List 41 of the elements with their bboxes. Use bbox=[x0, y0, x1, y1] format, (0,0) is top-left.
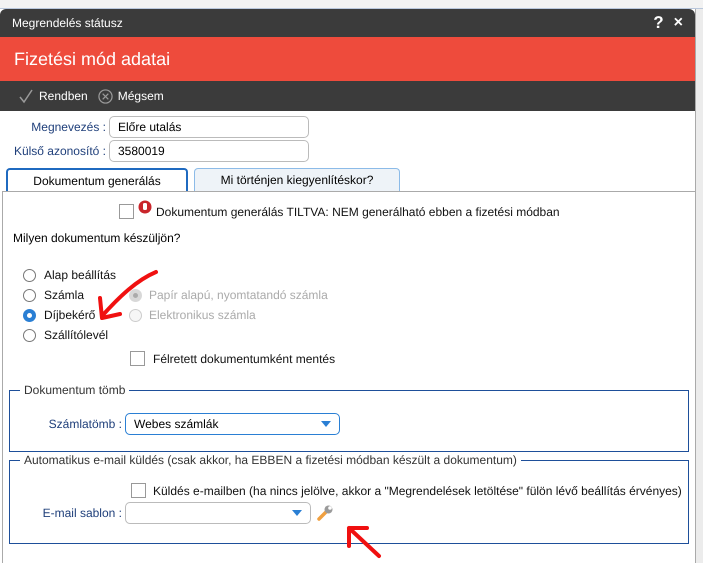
radio-button[interactable] bbox=[23, 308, 36, 322]
dialog-heading: Fizetési mód adatai bbox=[14, 48, 170, 70]
text-field[interactable]: Előre utalás bbox=[109, 116, 309, 138]
check-icon bbox=[18, 88, 34, 104]
cancel-icon bbox=[98, 88, 113, 104]
dropdown-arrow-icon bbox=[321, 421, 331, 427]
fieldset-legend: Dokumentum tömb bbox=[20, 383, 130, 397]
question-text: Milyen dokumentum készüljön? bbox=[12, 230, 182, 245]
checkbox-label: Félretett dokumentumként mentés bbox=[153, 352, 336, 366]
stop-icon bbox=[138, 200, 152, 214]
radio-label: Elektronikus számla bbox=[149, 308, 256, 322]
field-label: Számlatömb : bbox=[48, 417, 123, 431]
field-label: Külső azonosító : bbox=[12, 144, 107, 158]
help-button[interactable]: ? bbox=[651, 13, 666, 33]
radio-button[interactable] bbox=[23, 328, 36, 342]
radio-label: Alap beállítás bbox=[44, 268, 116, 282]
radio-label: Papír alapú, nyomtatandó számla bbox=[149, 288, 328, 302]
checkbox-label: Dokumentum generálás TILTVA: NEM generálható ebben a fizetési módban bbox=[156, 204, 560, 218]
checkbox-label: Küldés e-mailben (ha nincs jelölve, akkor a "Megrendelések letöltése" fülön lévő beállítás érvényes) bbox=[153, 484, 682, 498]
ok-button[interactable]: Rendben bbox=[18, 88, 88, 104]
wrench-icon[interactable] bbox=[316, 504, 334, 522]
dropdown-arrow-icon bbox=[292, 510, 302, 516]
checkbox[interactable] bbox=[131, 483, 146, 498]
radio-button[interactable] bbox=[23, 288, 36, 302]
radio-label: Díjbekérő bbox=[44, 308, 96, 322]
checkbox[interactable] bbox=[130, 351, 145, 366]
fieldset-legend: Automatikus e-mail küldés (csak akkor, ha EBBEN a fizetési módban készült a dokumentum) bbox=[20, 453, 521, 467]
close-button[interactable]: × bbox=[672, 14, 685, 32]
checkbox[interactable] bbox=[119, 204, 134, 219]
field-label: E-mail sablon : bbox=[42, 506, 123, 520]
field-label: Megnevezés : bbox=[30, 120, 107, 134]
radio-button[interactable] bbox=[23, 268, 36, 282]
text-field[interactable]: 3580019 bbox=[109, 140, 309, 162]
radio-label: Számla bbox=[44, 288, 84, 302]
dropdown[interactable]: Webes számlák bbox=[125, 413, 340, 435]
radio-label: Szállítólevél bbox=[44, 328, 108, 342]
cancel-button[interactable]: Mégsem bbox=[98, 88, 164, 104]
tab[interactable]: Mi történjen kiegyenlítéskor? bbox=[194, 168, 400, 191]
window-title: Megrendelés státusz bbox=[12, 16, 123, 30]
tab[interactable]: Dokumentum generálás bbox=[6, 168, 188, 191]
dropdown[interactable] bbox=[125, 502, 311, 524]
